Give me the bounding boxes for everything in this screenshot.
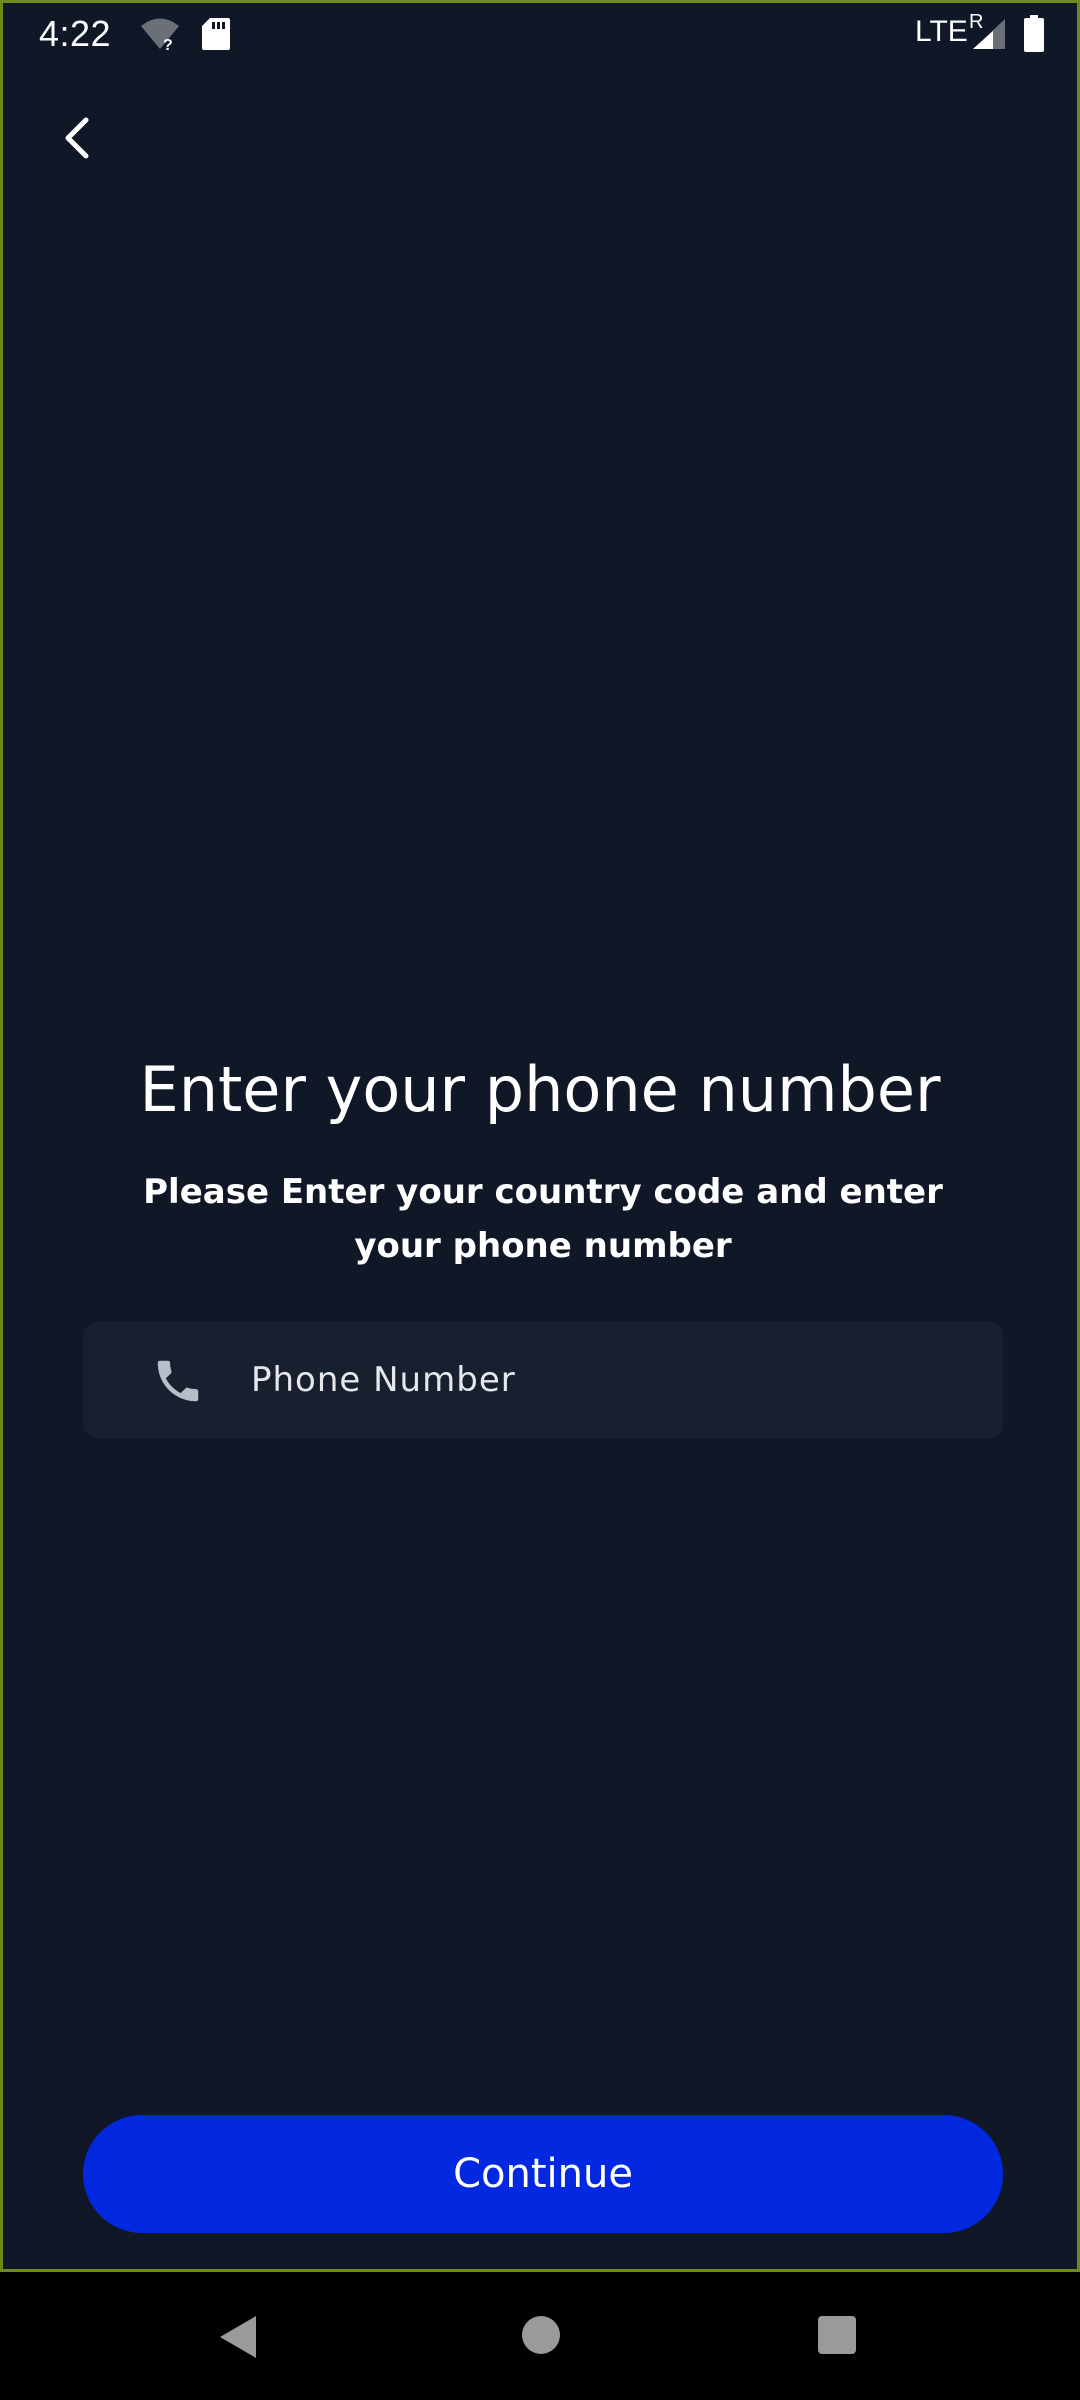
network-type-label: LTE xyxy=(915,15,968,48)
battery-icon xyxy=(1024,15,1044,52)
back-button[interactable] xyxy=(43,103,113,173)
signal-icon xyxy=(973,19,1005,49)
page-subtitle: Please Enter your country code and enter… xyxy=(143,1172,943,1266)
phone-number-input[interactable] xyxy=(251,1321,971,1439)
nav-back-icon[interactable] xyxy=(216,2314,260,2360)
phone-number-field[interactable] xyxy=(83,1321,1003,1439)
wifi-unknown-icon: ? xyxy=(141,18,179,51)
nav-recents-icon[interactable] xyxy=(818,2316,856,2354)
svg-text:?: ? xyxy=(163,37,173,51)
status-bar: 4:22 ? LTE R xyxy=(3,3,1077,67)
nav-home-icon[interactable] xyxy=(522,2316,560,2354)
continue-button[interactable]: Continue xyxy=(83,2115,1003,2233)
page-title: Enter your phone number xyxy=(139,1053,941,1126)
system-nav-bar xyxy=(0,2272,1080,2400)
phone-icon xyxy=(157,1360,199,1402)
status-time: 4:22 xyxy=(39,13,112,54)
sd-card-icon xyxy=(202,18,230,50)
chevron-left-icon xyxy=(65,117,89,159)
app-screen: 4:22 ? LTE R Enter your phone number Ple… xyxy=(0,0,1080,2272)
